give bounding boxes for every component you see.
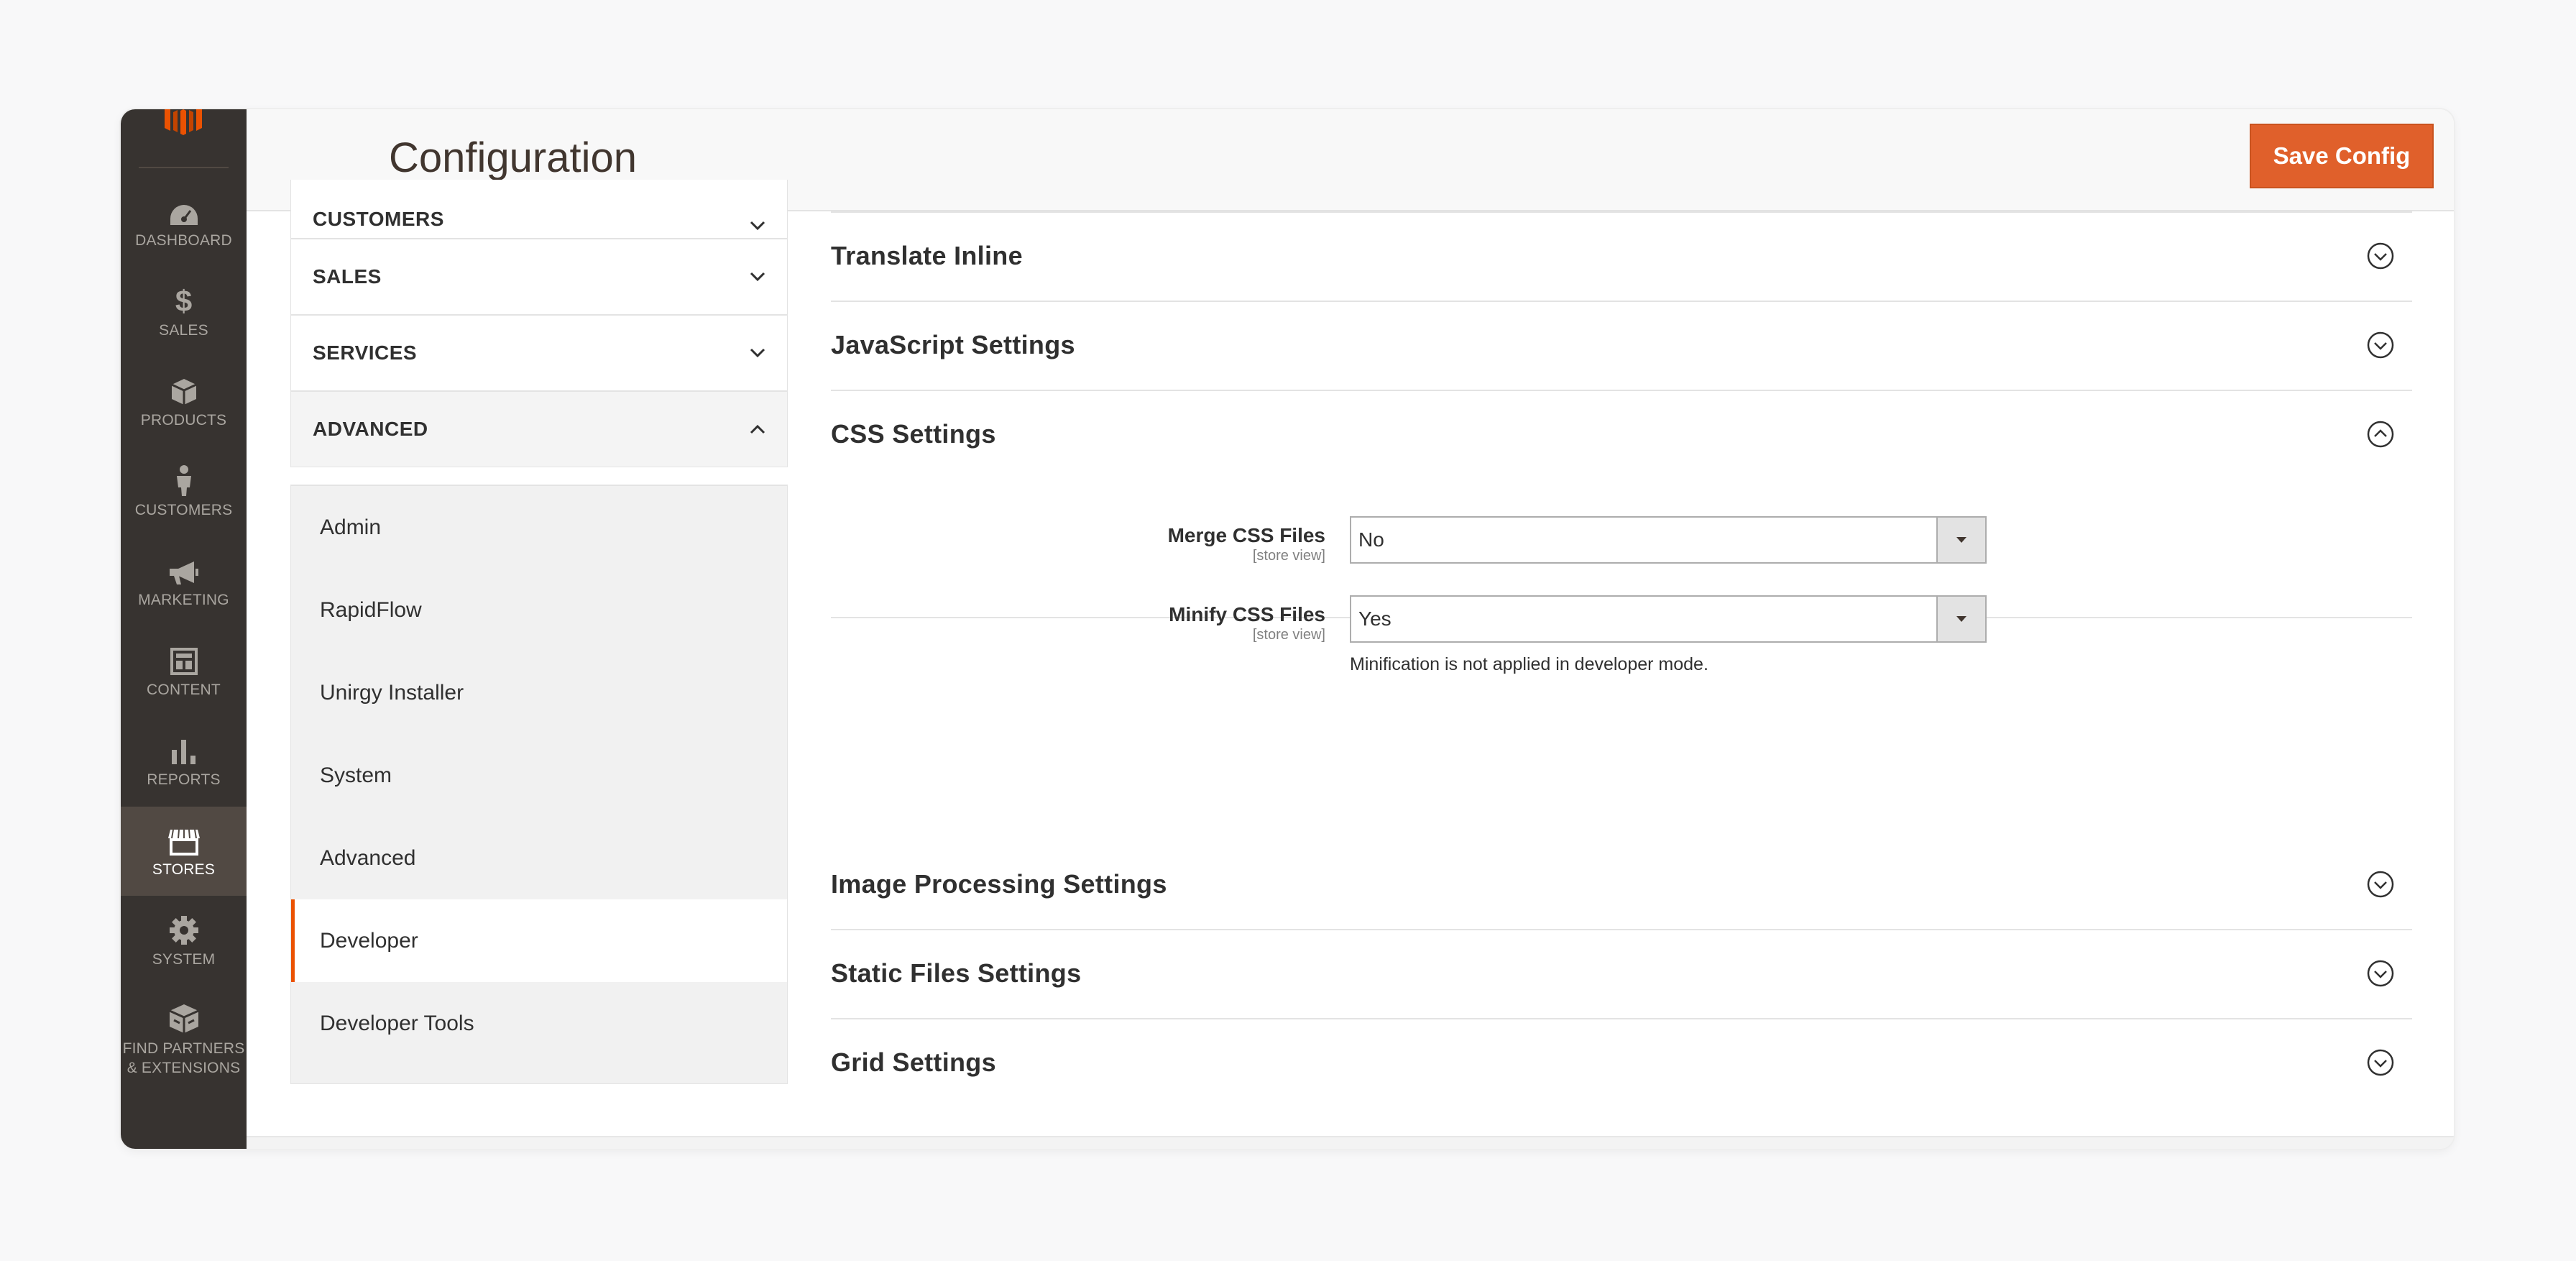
section-grid-settings[interactable]: Grid Settings xyxy=(831,1018,2412,1107)
dropdown-arrow-icon xyxy=(1936,518,1985,562)
nav-dashboard[interactable]: DASHBOARD xyxy=(121,178,247,267)
chevron-up-icon xyxy=(750,424,765,434)
page-title: Configuration xyxy=(389,134,637,181)
section-image-processing[interactable]: Image Processing Settings xyxy=(831,840,2412,930)
section-static-files[interactable]: Static Files Settings xyxy=(831,929,2412,1019)
footer-strip xyxy=(247,1136,2454,1149)
magento-logo[interactable] xyxy=(155,109,212,144)
config-tabs: CUSTOMERS SALES SERVICES ADVANCED Admin xyxy=(290,180,789,1084)
dollar-icon: $ xyxy=(175,283,193,318)
expand-circle-icon xyxy=(2366,959,2395,988)
chevron-down-icon xyxy=(750,221,765,231)
tab-group-advanced[interactable]: ADVANCED xyxy=(290,391,788,467)
advanced-subitems: Admin RapidFlow Unirgy Installer System … xyxy=(290,485,788,1084)
expand-circle-icon xyxy=(2366,1048,2395,1077)
nav-sales[interactable]: $ SALES xyxy=(121,267,247,357)
nav-reports[interactable]: REPORTS xyxy=(121,717,247,806)
gear-icon xyxy=(169,914,199,945)
css-settings-body: Merge CSS Files [store view] No Minify C… xyxy=(831,387,2412,674)
nav-products[interactable]: PRODUCTS xyxy=(121,357,247,446)
store-icon xyxy=(167,824,201,856)
section-javascript-settings[interactable]: JavaScript Settings xyxy=(831,301,2412,391)
config-sections: Translate Inline JavaScript Settings CSS… xyxy=(831,211,2412,1084)
tab-item-developer-tools[interactable]: Developer Tools xyxy=(291,982,787,1065)
field-label: Minify CSS Files [store view] xyxy=(1169,603,1325,643)
tab-group-sales[interactable]: SALES xyxy=(290,239,788,315)
dropdown-arrow-icon xyxy=(1936,597,1985,641)
nav-system[interactable]: SYSTEM xyxy=(121,897,247,986)
section-translate-inline[interactable]: Translate Inline xyxy=(831,211,2412,302)
nav-find-partners[interactable]: FIND PARTNERS & EXTENSIONS xyxy=(121,986,247,1094)
minify-css-select[interactable]: Yes xyxy=(1350,595,1987,643)
tab-item-advanced[interactable]: Advanced xyxy=(291,817,787,899)
nav-marketing[interactable]: MARKETING xyxy=(121,537,247,626)
nav-stores[interactable]: STORES xyxy=(121,807,247,896)
field-note: Minification is not applied in developer… xyxy=(1350,654,1708,674)
expand-circle-icon xyxy=(2366,331,2395,359)
field-merge-css: Merge CSS Files [store view] No xyxy=(831,516,2412,574)
admin-window: DASHBOARD $ SALES PRODUCTS CUSTOMERS MAR… xyxy=(121,109,2454,1149)
tab-group-services[interactable]: SERVICES xyxy=(290,315,788,391)
nav-customers[interactable]: CUSTOMERS xyxy=(121,447,247,536)
box-icon xyxy=(170,375,198,406)
logo-divider xyxy=(139,167,229,168)
tab-item-rapidflow[interactable]: RapidFlow xyxy=(291,569,787,651)
megaphone-icon xyxy=(168,554,200,586)
expand-circle-icon xyxy=(2366,242,2395,270)
tab-item-unirgy-installer[interactable]: Unirgy Installer xyxy=(291,651,787,734)
admin-menu: DASHBOARD $ SALES PRODUCTS CUSTOMERS MAR… xyxy=(121,109,247,1149)
save-config-button[interactable]: Save Config xyxy=(2250,124,2434,188)
layout-icon xyxy=(170,644,198,676)
tab-item-admin[interactable]: Admin xyxy=(291,486,787,569)
chevron-down-icon xyxy=(750,272,765,282)
tab-item-developer[interactable]: Developer xyxy=(291,899,787,982)
field-label: Merge CSS Files [store view] xyxy=(1167,524,1325,564)
person-icon xyxy=(175,464,193,496)
tab-group-customers[interactable]: CUSTOMERS xyxy=(290,180,788,239)
bar-chart-icon xyxy=(170,734,198,766)
field-minify-css: Minify CSS Files [store view] Yes Minifi… xyxy=(831,595,2412,682)
chevron-down-icon xyxy=(750,348,765,358)
nav-content[interactable]: CONTENT xyxy=(121,627,247,716)
extensions-icon xyxy=(168,1003,200,1035)
expand-circle-icon xyxy=(2366,870,2395,899)
dashboard-icon xyxy=(169,195,199,226)
merge-css-select[interactable]: No xyxy=(1350,516,1987,564)
tab-item-system[interactable]: System xyxy=(291,734,787,817)
